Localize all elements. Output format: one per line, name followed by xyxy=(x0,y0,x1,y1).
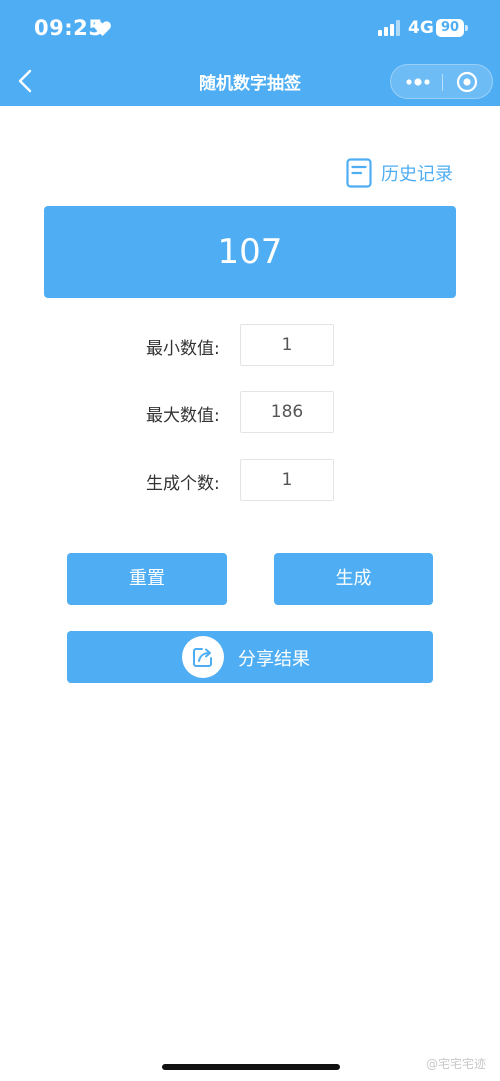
max-value-input[interactable] xyxy=(240,391,334,433)
watermark: @宅宅宅迹 xyxy=(426,1057,487,1071)
max-value-label: 最大数值: xyxy=(146,406,220,426)
network-type: 4G xyxy=(408,18,434,38)
generate-button[interactable]: 生成 xyxy=(274,553,433,605)
share-label: 分享结果 xyxy=(238,649,310,670)
heart-icon xyxy=(94,21,111,36)
mini-program-capsule xyxy=(390,64,493,99)
count-row: 生成个数: xyxy=(0,459,500,501)
nav-bar: 随机数字抽签 xyxy=(0,56,500,106)
document-icon xyxy=(346,158,372,188)
capsule-divider xyxy=(442,74,443,91)
more-dots-icon[interactable] xyxy=(405,74,431,90)
count-input[interactable] xyxy=(240,459,334,501)
history-label: 历史记录 xyxy=(381,164,453,185)
status-bar: 09:25 4G 90 xyxy=(0,0,500,56)
count-label: 生成个数: xyxy=(146,474,220,494)
share-icon xyxy=(193,648,212,667)
history-link[interactable]: 历史记录 xyxy=(346,158,453,188)
share-result-button[interactable]: 分享结果 xyxy=(67,631,433,683)
min-value-row: 最小数值: xyxy=(0,324,500,366)
battery-icon: 90 xyxy=(436,19,468,37)
status-time: 09:25 xyxy=(34,16,104,40)
result-display: 107 xyxy=(44,206,456,298)
home-indicator[interactable] xyxy=(162,1064,340,1070)
battery-level: 90 xyxy=(436,19,464,37)
top-bar: 09:25 4G 90 随机数字抽签 xyxy=(0,0,500,106)
min-value-input[interactable] xyxy=(240,324,334,366)
share-icon-circle xyxy=(182,636,224,678)
reset-button[interactable]: 重置 xyxy=(67,553,227,605)
target-icon[interactable] xyxy=(456,71,478,93)
max-value-row: 最大数值: xyxy=(0,391,500,433)
signal-icon xyxy=(378,20,400,36)
min-value-label: 最小数值: xyxy=(146,339,220,359)
